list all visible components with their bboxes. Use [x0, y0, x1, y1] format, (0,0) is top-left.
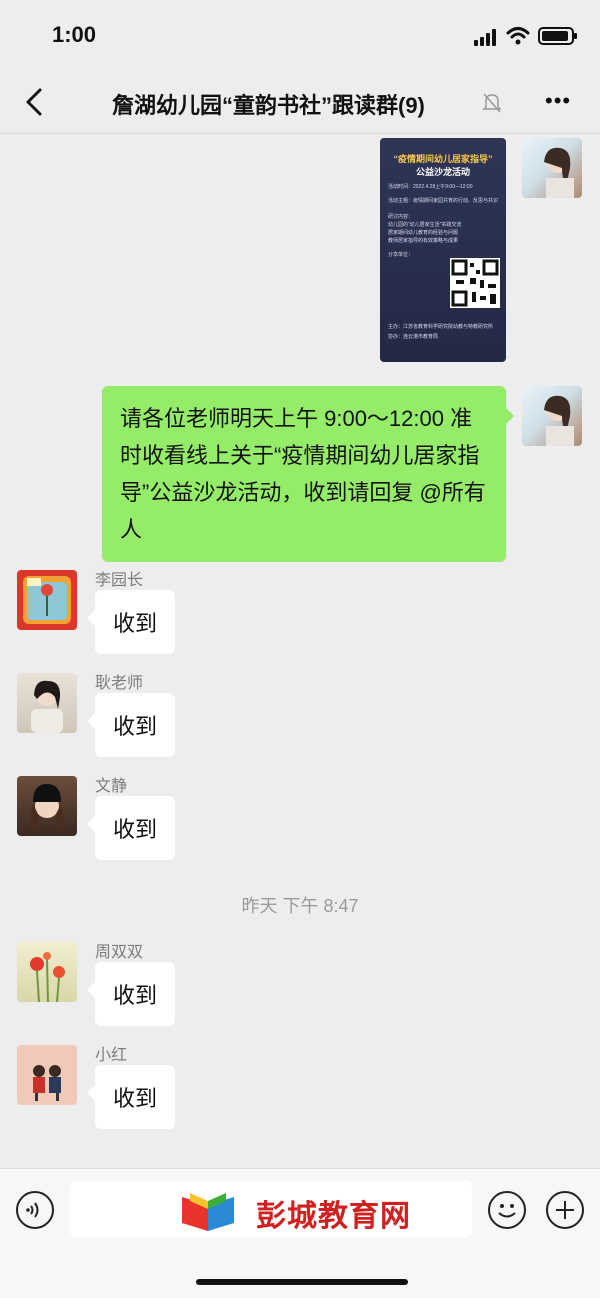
- qr-code-icon: [450, 258, 500, 308]
- watermark-logo-icon: [182, 1193, 234, 1231]
- received-message-bubble[interactable]: 收到: [86, 962, 176, 1026]
- wifi-icon: [506, 27, 530, 45]
- my-avatar[interactable]: [522, 138, 582, 198]
- message-input[interactable]: 彭城教育网: [70, 1181, 472, 1237]
- poster-title: “疫情期间幼儿居家指导”: [393, 154, 493, 164]
- input-bar: 彭城教育网: [0, 1168, 600, 1298]
- battery-icon: [538, 27, 577, 45]
- woman-portrait-icon: [31, 680, 63, 733]
- poster-item: 居家期间幼儿教育的经验与问题: [388, 230, 459, 236]
- received-message-bubble[interactable]: 收到: [86, 796, 176, 860]
- member-avatar[interactable]: [17, 942, 77, 1002]
- my-avatar[interactable]: [522, 386, 582, 446]
- poster-subtitle: 公益沙龙活动: [415, 167, 470, 177]
- chat-title: 詹湖幼儿园“童韵书社”跟读群(9): [112, 93, 425, 118]
- member-avatar[interactable]: [17, 1045, 77, 1105]
- poster-time: 活动时间：2022.4.28上午9:00—12:00: [388, 184, 473, 190]
- sent-message-bubble[interactable]: 请各位老师明天上午 9:00～12:00 准时收看线上关于“疫情期间幼儿居家指导…: [102, 386, 514, 562]
- voice-input-icon[interactable]: [16, 1191, 54, 1229]
- signal-icon: [474, 28, 500, 46]
- chat-header: 詹湖幼儿园“童韵书社”跟读群(9) •••: [0, 70, 600, 134]
- event-poster-image[interactable]: “疫情期间幼儿居家指导” 公益沙龙活动 活动时间：2022.4.28上午9:00…: [380, 138, 506, 362]
- emoji-icon[interactable]: [488, 1191, 526, 1229]
- member-name: 文静: [95, 778, 128, 795]
- status-time: 1:00: [52, 22, 97, 47]
- received-message-bubble[interactable]: 收到: [86, 590, 176, 654]
- poppy-flowers-icon: [30, 952, 65, 1002]
- poster-co-organizer: 协办：连云港市教育局: [388, 334, 439, 340]
- member-name: 小红: [95, 1047, 128, 1064]
- status-bar: 1:00: [0, 0, 600, 70]
- poster-item: 幼儿园的“幼儿居家生活”实践交流: [388, 222, 462, 228]
- girl-portrait-icon: [544, 395, 574, 446]
- poster-content-label: 研讨内容：: [388, 214, 414, 220]
- poster-theme: 活动主题：疫情期间家园共育的行动、反思与共识: [388, 198, 499, 204]
- poster-item: 教师居家指导的有效策略与成果: [388, 238, 459, 244]
- back-icon[interactable]: [18, 84, 50, 120]
- home-indicator[interactable]: [196, 1279, 408, 1285]
- watermark-text: 彭城教育网: [256, 1200, 411, 1233]
- member-avatar[interactable]: [17, 570, 77, 630]
- poster-organizer: 主办：江苏省教育科学研究院幼教与特教研究所: [388, 324, 494, 330]
- received-message-bubble[interactable]: 收到: [86, 1065, 176, 1129]
- plus-icon[interactable]: [546, 1191, 584, 1229]
- member-name: 耿老师: [95, 675, 144, 692]
- member-avatar[interactable]: [17, 776, 77, 836]
- woman-in-beanie-icon: [30, 784, 64, 836]
- received-message-bubble[interactable]: 收到: [86, 693, 176, 757]
- girl-portrait-icon: [544, 147, 574, 198]
- mute-bell-icon: [482, 93, 502, 113]
- member-name: 周双双: [95, 944, 144, 961]
- member-name: 李园长: [95, 572, 144, 589]
- more-options-icon[interactable]: •••: [545, 90, 575, 114]
- chat-timestamp: 昨天 下午 8:47: [241, 896, 359, 916]
- flower-card-icon: [23, 576, 71, 624]
- member-avatar[interactable]: [17, 673, 77, 733]
- cartoon-couple-icon: [33, 1065, 61, 1101]
